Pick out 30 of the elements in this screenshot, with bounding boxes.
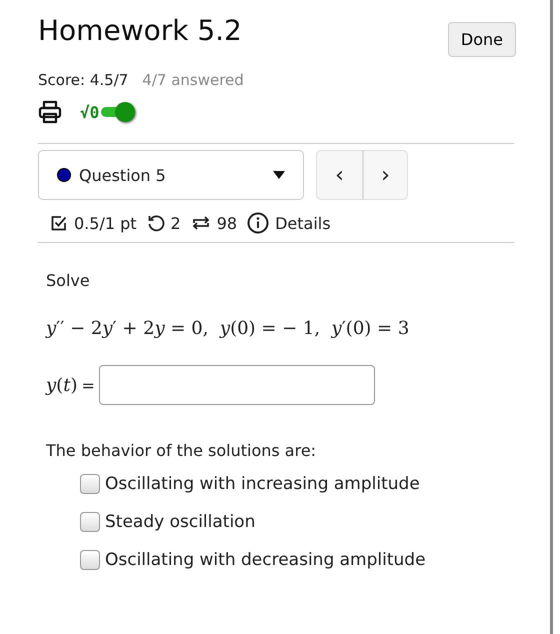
- answered-count: 4/7 answered: [142, 71, 244, 89]
- checkbox[interactable]: [80, 550, 100, 570]
- points-text: 0.5/1 pt: [74, 214, 137, 232]
- checkbox-icon: [50, 214, 68, 232]
- page-title: Homework 5.2: [38, 14, 242, 47]
- previous-button[interactable]: ‹: [317, 151, 362, 199]
- caret-icon: [273, 171, 285, 179]
- option-label: Oscillating with increasing amplitude: [105, 474, 420, 494]
- math-toggle[interactable]: √0: [80, 102, 134, 122]
- answer-field[interactable]: [98, 365, 375, 405]
- details-link[interactable]: Details: [275, 214, 331, 232]
- equals-sign: =: [81, 376, 95, 394]
- attempt-count: 98: [216, 214, 238, 232]
- question-dropdown[interactable]: Question 5: [38, 150, 304, 200]
- print-icon[interactable]: [38, 100, 62, 124]
- score-text: Score: 4.5/7: [38, 71, 128, 89]
- option-label: Steady oscillation: [105, 512, 256, 532]
- checkbox[interactable]: [80, 512, 100, 532]
- question-prompt: Solve: [46, 271, 91, 290]
- checkbox[interactable]: [80, 474, 100, 494]
- option-label: Oscillating with decreasing amplitude: [105, 550, 426, 570]
- info-icon: [247, 212, 270, 234]
- undo-icon: [146, 214, 165, 232]
- answer-label: y(t): [46, 374, 78, 396]
- equation: y′′ − 2y′ + 2y = 0, y(0) = − 1, y′(0) = 3: [46, 318, 410, 339]
- behavior-prompt: The behavior of the solutions are:: [46, 441, 318, 460]
- done-button[interactable]: Done: [448, 22, 516, 57]
- retry-count: 2: [170, 214, 181, 232]
- repeat-icon: [190, 214, 211, 232]
- next-button[interactable]: ›: [362, 151, 407, 199]
